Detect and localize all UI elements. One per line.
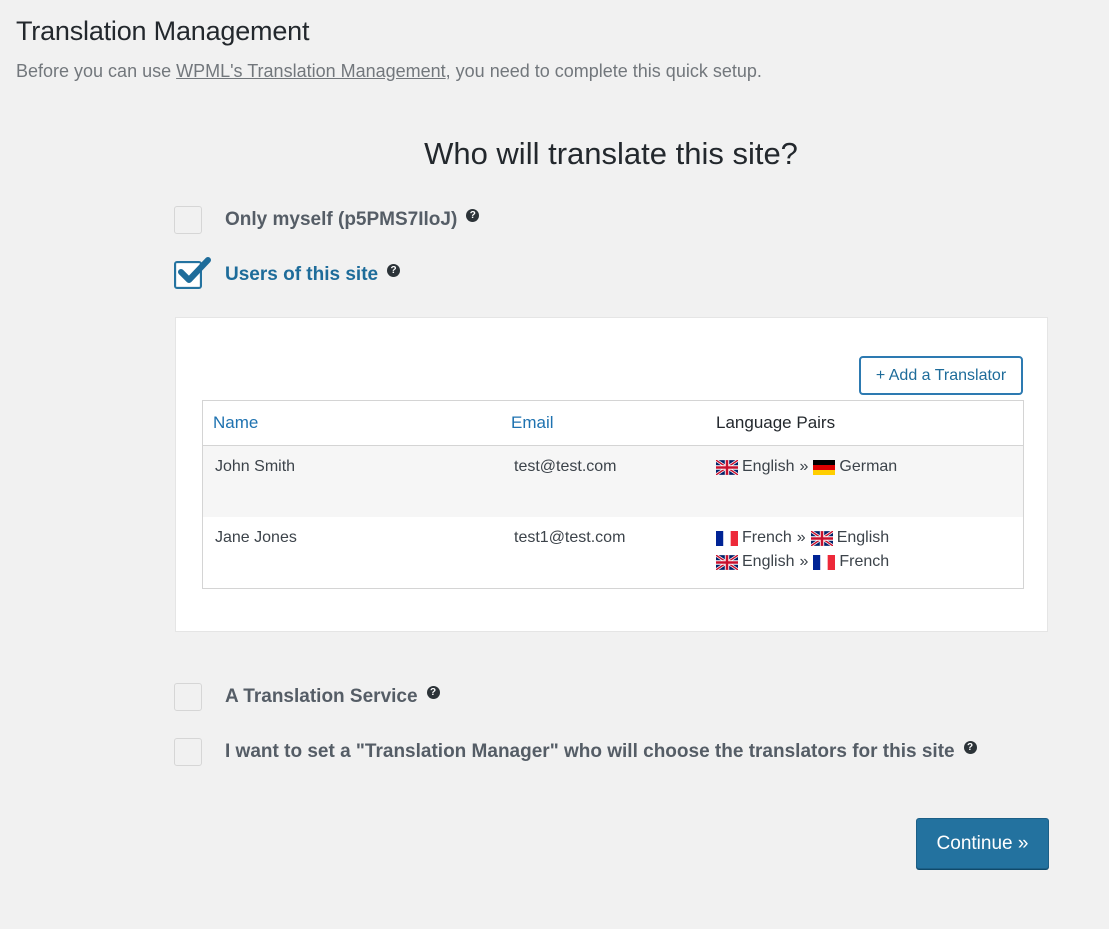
table-row: John Smith test@test.com English » Germa… [203, 446, 1023, 517]
uk-flag-icon [810, 530, 833, 546]
pair-from: French [742, 529, 792, 546]
option-only-myself[interactable]: Only myself (p5PMS7IloJ) ? [174, 205, 480, 235]
translation-service-label[interactable]: A Translation Service [225, 686, 418, 708]
translators-table: Name Email Language Pairs John Smith tes… [202, 400, 1024, 589]
only-myself-checkbox[interactable] [174, 206, 202, 234]
page-title: Translation Management [16, 16, 310, 46]
pair-to: French [839, 553, 890, 570]
continue-button[interactable]: Continue » [916, 818, 1049, 869]
column-language-pairs-header: Language Pairs [716, 413, 836, 432]
help-icon[interactable]: ? [466, 208, 480, 222]
translation-service-checkbox[interactable] [174, 683, 202, 711]
translator-email: test1@test.com [514, 529, 626, 546]
users-of-site-label[interactable]: Users of this site [225, 264, 378, 286]
pair-separator: » [799, 458, 809, 475]
wpml-tm-link[interactable]: WPML's Translation Management [176, 61, 446, 81]
intro-before: Before you can use [16, 61, 177, 81]
table-header: Name Email Language Pairs [203, 401, 1023, 446]
pair-to: German [839, 458, 898, 475]
pair-to: English [836, 529, 890, 546]
only-myself-label[interactable]: Only myself (p5PMS7IloJ) [225, 209, 457, 231]
pair-from: English [742, 458, 795, 475]
language-pair: English » German [716, 455, 1023, 479]
add-translator-button[interactable]: + Add a Translator [859, 356, 1023, 395]
intro-after: , you need to complete this quick setup. [445, 61, 762, 81]
uk-flag-icon [716, 554, 738, 570]
translators-panel: + Add a Translator Name Email Language P… [175, 317, 1048, 632]
language-pair: French » English [716, 526, 1023, 550]
checkmark-icon [178, 257, 211, 283]
translation-manager-label[interactable]: I want to set a "Translation Manager" wh… [225, 741, 955, 763]
translation-manager-checkbox[interactable] [174, 738, 202, 766]
option-translation-manager[interactable]: I want to set a "Translation Manager" wh… [174, 737, 977, 767]
pair-from: English [742, 553, 795, 570]
translator-name: John Smith [215, 458, 296, 475]
fr-flag-icon [813, 554, 836, 570]
pair-separator: » [796, 529, 806, 546]
intro-text: Before you can use WPML's Translation Ma… [16, 61, 762, 82]
column-email-header[interactable]: Email [511, 413, 716, 433]
column-name-header[interactable]: Name [203, 413, 511, 433]
help-icon[interactable]: ? [387, 263, 401, 277]
help-icon[interactable]: ? [963, 740, 977, 754]
users-of-site-checkbox[interactable] [174, 257, 211, 289]
language-pairs: English » German [716, 458, 1023, 517]
table-row: Jane Jones test1@test.com French » Engli… [203, 517, 1023, 588]
pair-separator: » [799, 553, 809, 570]
option-translation-service[interactable]: A Translation Service ? [174, 682, 440, 712]
uk-flag-icon [716, 459, 738, 475]
translator-email: test@test.com [514, 458, 617, 475]
language-pairs: French » English English » French [716, 529, 1023, 588]
translator-name: Jane Jones [215, 529, 297, 546]
fr-flag-icon [716, 530, 738, 546]
help-icon[interactable]: ? [426, 685, 440, 699]
option-users-of-site[interactable]: Users of this site ? [174, 257, 401, 290]
question-heading: Who will translate this site? [424, 136, 798, 171]
language-pair: English » French [716, 550, 1023, 574]
de-flag-icon [813, 459, 836, 475]
